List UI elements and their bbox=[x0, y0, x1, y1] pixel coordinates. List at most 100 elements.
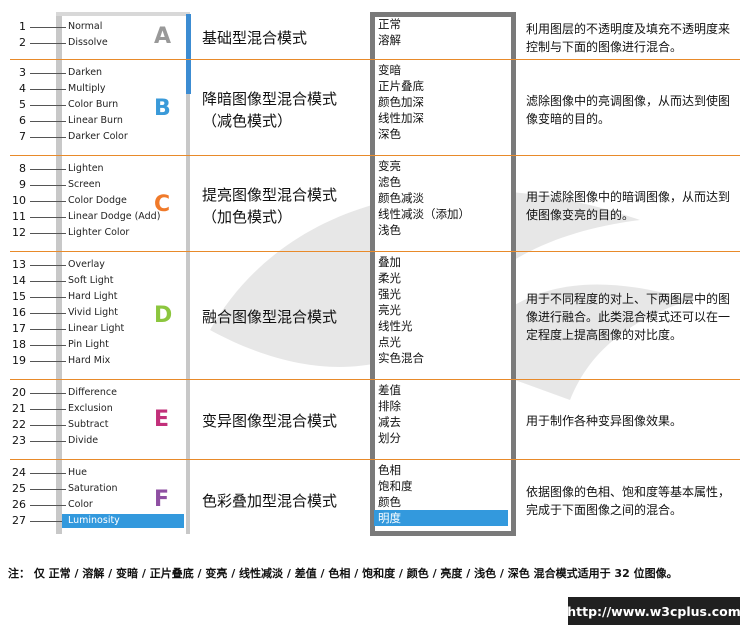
mode-number: 19 bbox=[12, 354, 26, 367]
mode-option-cn[interactable]: 线性光 bbox=[378, 318, 413, 334]
mode-number: 21 bbox=[12, 402, 26, 415]
mode-option-en[interactable]: Normal bbox=[68, 20, 102, 34]
group-letter: C bbox=[154, 191, 171, 217]
group-description: 用于制作各种变异图像效果。 bbox=[526, 414, 683, 428]
leader-line bbox=[30, 89, 66, 90]
mode-option-cn[interactable]: 饱和度 bbox=[378, 478, 413, 494]
mode-option-en[interactable]: Linear Light bbox=[68, 322, 124, 336]
leader-line bbox=[30, 425, 66, 426]
mode-option-en[interactable]: Subtract bbox=[68, 418, 108, 432]
leader-line bbox=[30, 217, 66, 218]
group-separator bbox=[10, 59, 740, 60]
mode-option-en[interactable]: Pin Light bbox=[68, 338, 109, 352]
mode-number: 11 bbox=[12, 210, 26, 223]
mode-option-en[interactable]: Darker Color bbox=[68, 130, 128, 144]
leader-line bbox=[30, 329, 66, 330]
mode-option-en[interactable]: Difference bbox=[68, 386, 117, 400]
mode-number: 7 bbox=[19, 130, 26, 143]
leader-line bbox=[30, 137, 66, 138]
leader-line bbox=[30, 43, 66, 44]
group-description: 用于不同程度的对上、下两图层中的图像进行融合。此类混合模式还可以在一定程度上提高… bbox=[526, 292, 731, 342]
mode-option-en[interactable]: Darken bbox=[68, 66, 102, 80]
mode-number: 26 bbox=[12, 498, 26, 511]
mode-number: 5 bbox=[19, 98, 26, 111]
mode-number: 12 bbox=[12, 226, 26, 239]
mode-option-en[interactable]: Dissolve bbox=[68, 36, 108, 50]
mode-number: 3 bbox=[19, 66, 26, 79]
mode-option-en[interactable]: Color Dodge bbox=[68, 194, 127, 208]
mode-number: 2 bbox=[19, 36, 26, 49]
group-description: 滤除图像中的亮调图像，从而达到使图像变暗的目的。 bbox=[526, 93, 731, 126]
leader-line bbox=[30, 393, 66, 394]
mode-option-en[interactable]: Hue bbox=[68, 466, 87, 480]
mode-option-cn[interactable]: 正常 bbox=[378, 16, 401, 32]
group-letter: B bbox=[154, 95, 171, 121]
mode-option-cn[interactable]: 减去 bbox=[378, 414, 401, 430]
mode-option-en[interactable]: Screen bbox=[68, 178, 101, 192]
mode-option-cn[interactable]: 颜色 bbox=[378, 494, 401, 510]
mode-number: 10 bbox=[12, 194, 26, 207]
leader-line bbox=[30, 297, 66, 298]
mode-option-cn[interactable]: 叠加 bbox=[378, 254, 401, 270]
mode-option-cn[interactable]: 点光 bbox=[378, 334, 401, 350]
mode-option-en[interactable]: Hard Light bbox=[68, 290, 117, 304]
mode-option-en[interactable]: Saturation bbox=[68, 482, 118, 496]
leader-line bbox=[30, 73, 66, 74]
mode-option-en[interactable]: Color Burn bbox=[68, 98, 118, 112]
mode-option-en[interactable]: Vivid Light bbox=[68, 306, 118, 320]
mode-option-cn[interactable]: 颜色加深 bbox=[378, 94, 424, 110]
leader-line bbox=[30, 521, 66, 522]
mode-option-cn[interactable]: 浅色 bbox=[378, 222, 401, 238]
mode-option-cn[interactable]: 线性减淡（添加） bbox=[378, 206, 470, 222]
mode-option-cn[interactable]: 划分 bbox=[378, 430, 401, 446]
group-title: 融合图像型混合模式 bbox=[202, 308, 338, 326]
mode-number: 17 bbox=[12, 322, 26, 335]
mode-option-en[interactable]: Lighter Color bbox=[68, 226, 129, 240]
mode-option-en[interactable]: Lighten bbox=[68, 162, 104, 176]
mode-option-cn[interactable]: 正片叠底 bbox=[378, 78, 424, 94]
leader-line bbox=[30, 201, 66, 202]
group-title: 基础型混合模式 bbox=[202, 29, 308, 47]
source-url-badge: http://www.w3cplus.com bbox=[567, 597, 741, 625]
mode-option-cn[interactable]: 溶解 bbox=[378, 32, 401, 48]
list-scrollbar[interactable] bbox=[186, 14, 191, 94]
group-title: 提亮图像型混合模式 bbox=[202, 185, 338, 204]
mode-option-cn[interactable]: 亮光 bbox=[378, 302, 401, 318]
footnote: 注： 仅 正常 / 溶解 / 变暗 / 正片叠底 / 变亮 / 线性减淡 / 差… bbox=[8, 567, 678, 580]
mode-option-en[interactable]: Overlay bbox=[68, 258, 105, 272]
mode-option-cn[interactable]: 柔光 bbox=[378, 270, 401, 286]
mode-option-en[interactable]: Hard Mix bbox=[68, 354, 110, 368]
mode-option-cn[interactable]: 明度 bbox=[374, 510, 508, 526]
mode-option-en[interactable]: Color bbox=[68, 498, 93, 512]
leader-line bbox=[30, 281, 66, 282]
group-title: 降暗图像型混合模式 bbox=[202, 89, 338, 108]
mode-option-cn[interactable]: 排除 bbox=[378, 398, 401, 414]
mode-number: 9 bbox=[19, 178, 26, 191]
mode-option-cn[interactable]: 色相 bbox=[378, 462, 401, 478]
mode-option-cn[interactable]: 实色混合 bbox=[378, 350, 424, 366]
mode-option-cn[interactable]: 差值 bbox=[378, 382, 401, 398]
leader-line bbox=[30, 169, 66, 170]
mode-option-cn[interactable]: 颜色减淡 bbox=[378, 190, 424, 206]
mode-option-cn[interactable]: 滤色 bbox=[378, 174, 401, 190]
mode-option-en[interactable]: Exclusion bbox=[68, 402, 113, 416]
mode-option-en[interactable]: Linear Burn bbox=[68, 114, 123, 128]
mode-option-cn[interactable]: 变亮 bbox=[378, 158, 401, 174]
mode-option-en[interactable]: Luminosity bbox=[62, 514, 184, 528]
leader-line bbox=[30, 361, 66, 362]
mode-option-en[interactable]: Multiply bbox=[68, 82, 106, 96]
mode-option-cn[interactable]: 变暗 bbox=[378, 62, 401, 78]
mode-option-en[interactable]: Soft Light bbox=[68, 274, 113, 288]
mode-number: 15 bbox=[12, 290, 26, 303]
group-letter: E bbox=[154, 407, 170, 432]
mode-option-en[interactable]: Linear Dodge (Add) bbox=[68, 210, 160, 224]
mode-option-cn[interactable]: 强光 bbox=[378, 286, 401, 302]
mode-option-cn[interactable]: 线性加深 bbox=[378, 110, 424, 126]
mode-option-cn[interactable]: 深色 bbox=[378, 126, 401, 142]
mode-number: 14 bbox=[12, 274, 26, 287]
blend-modes-reference: 1 Normal 正常 2 Dissolve 溶解 A 基础型混合模式 利用图层的不透明度及填充… bbox=[0, 0, 742, 627]
group-subtitle: （减色模式） bbox=[202, 111, 293, 130]
mode-option-en[interactable]: Divide bbox=[68, 434, 98, 448]
group-description: 用于滤除图像中的暗调图像，从而达到使图像变亮的目的。 bbox=[526, 189, 731, 222]
group-title: 变异图像型混合模式 bbox=[202, 412, 338, 430]
